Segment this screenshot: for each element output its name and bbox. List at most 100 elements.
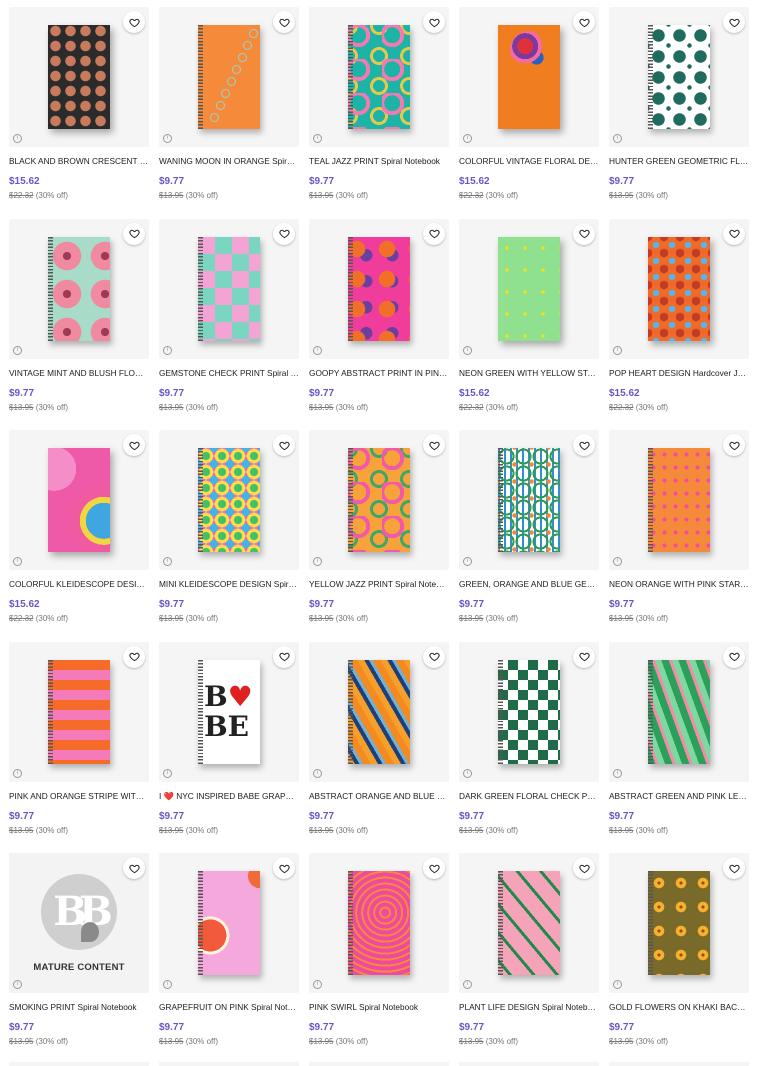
product-card[interactable]: i VINTAGE MINT AND BLUSH FLORAL Spiral N… xyxy=(9,218,149,431)
product-card[interactable]: i PINK AND ORANGE STRIPE WITH DAISIES Sp… xyxy=(9,641,149,854)
product-image[interactable]: i xyxy=(9,218,149,359)
favorite-heart-icon[interactable] xyxy=(573,645,595,668)
product-image[interactable]: i xyxy=(159,430,299,570)
favorite-heart-icon[interactable] xyxy=(423,11,445,33)
product-title[interactable]: TEAL JAZZ PRINT Spiral Notebook xyxy=(309,156,449,166)
product-card[interactable]: i PINK SWIRL Spiral Notebook $9.77 $13.9… xyxy=(309,853,449,1065)
favorite-heart-icon[interactable] xyxy=(273,645,295,668)
info-icon[interactable]: i xyxy=(313,345,322,355)
info-icon[interactable]: i xyxy=(313,768,322,778)
info-icon[interactable]: i xyxy=(613,557,622,566)
product-card[interactable]: i GREEN, ORANGE AND BLUE GEOMETRIC Spira… xyxy=(459,430,599,642)
favorite-heart-icon[interactable] xyxy=(123,857,145,879)
info-icon[interactable]: i xyxy=(463,345,472,355)
product-title[interactable]: I ❤️ NYC INSPIRED BABE GRAPHIC Spiral No… xyxy=(159,791,299,801)
product-card[interactable]: i POP HEART DESIGN Hardcover Journal $15… xyxy=(609,218,749,431)
info-icon[interactable]: i xyxy=(463,768,472,778)
favorite-heart-icon[interactable] xyxy=(123,645,145,668)
product-card[interactable]: i PLANT LIFE DESIGN Spiral Notebook $9.7… xyxy=(459,853,599,1065)
product-image[interactable]: i xyxy=(309,853,449,993)
product-image[interactable]: i xyxy=(459,853,599,993)
info-icon[interactable]: i xyxy=(613,345,622,355)
product-title[interactable]: SMOKING PRINT Spiral Notebook xyxy=(9,1002,149,1012)
favorite-heart-icon[interactable] xyxy=(723,857,745,879)
info-icon[interactable]: i xyxy=(613,768,622,778)
product-card[interactable]: i HUNTER GREEN GEOMETRIC FLORAL Spiral N… xyxy=(609,7,749,219)
product-card[interactable]: i YELLOW JAZZ PRINT Spiral Notebook $9.7… xyxy=(309,430,449,642)
product-image[interactable]: i xyxy=(459,7,599,147)
product-card[interactable]: B♥BE i I ❤️ NYC INSPIRED BABE GRAPHIC Sp… xyxy=(159,641,299,854)
info-icon[interactable]: i xyxy=(163,557,172,566)
info-icon[interactable]: i xyxy=(463,980,472,989)
favorite-heart-icon[interactable] xyxy=(423,857,445,879)
info-icon[interactable]: i xyxy=(613,980,622,989)
product-title[interactable]: MINI KLEIDESCOPE DESIGN Spiral Notebook xyxy=(159,579,299,589)
favorite-heart-icon[interactable] xyxy=(573,434,595,456)
info-icon[interactable]: i xyxy=(13,980,22,989)
favorite-heart-icon[interactable] xyxy=(273,857,295,879)
info-icon[interactable]: i xyxy=(463,557,472,566)
product-card[interactable]: i COLORFUL VINTAGE FLORAL DESIGN Hardcov… xyxy=(459,7,599,219)
product-image[interactable]: i xyxy=(309,218,449,359)
product-card[interactable]: i GOLD FLOWERS ON KHAKI BACKGROUND Spira… xyxy=(609,853,749,1065)
favorite-heart-icon[interactable] xyxy=(123,11,145,33)
product-image[interactable]: i xyxy=(459,641,599,782)
product-card[interactable]: i ABSTRACT GREEN AND PINK LEAVES Spiral … xyxy=(609,641,749,854)
product-title[interactable]: NEON GREEN WITH YELLOW STARS Hardcover J… xyxy=(459,368,599,378)
info-icon[interactable]: i xyxy=(13,557,22,566)
info-icon[interactable]: i xyxy=(13,345,22,355)
info-icon[interactable]: i xyxy=(463,134,472,143)
product-card[interactable]: i ABSTRACT ORANGE AND BLUE LINES Spiral … xyxy=(309,641,449,854)
product-image[interactable]: i xyxy=(159,853,299,993)
favorite-heart-icon[interactable] xyxy=(273,222,295,245)
product-image[interactable]: i xyxy=(459,218,599,359)
favorite-heart-icon[interactable] xyxy=(723,645,745,668)
product-title[interactable]: ABSTRACT ORANGE AND BLUE LINES Spiral No… xyxy=(309,791,449,801)
product-image[interactable]: i xyxy=(159,218,299,359)
product-title[interactable]: PINK AND ORANGE STRIPE WITH DAISIES Spir… xyxy=(9,791,149,801)
product-image[interactable]: i xyxy=(9,7,149,147)
product-title[interactable]: WANING MOON IN ORANGE Spiral Notebook xyxy=(159,156,299,166)
product-card[interactable]: i GOOPY ABSTRACT PRINT IN PINK Spiral No… xyxy=(309,218,449,431)
info-icon[interactable]: i xyxy=(163,768,172,778)
product-image[interactable]: i xyxy=(609,430,749,570)
favorite-heart-icon[interactable] xyxy=(273,434,295,456)
product-card[interactable]: i NEON GREEN WITH YELLOW STARS Hardcover… xyxy=(459,218,599,431)
info-icon[interactable]: i xyxy=(13,768,22,778)
favorite-heart-icon[interactable] xyxy=(423,434,445,456)
info-icon[interactable]: i xyxy=(163,980,172,989)
product-image[interactable]: i xyxy=(309,7,449,147)
product-image[interactable]: i xyxy=(309,430,449,570)
favorite-heart-icon[interactable] xyxy=(423,645,445,668)
product-card[interactable]: i DARK GREEN FLORAL CHECK PRINT Spiral N… xyxy=(459,641,599,854)
product-title[interactable]: POP HEART DESIGN Hardcover Journal xyxy=(609,368,749,378)
product-image[interactable]: i xyxy=(9,430,149,570)
favorite-heart-icon[interactable] xyxy=(723,222,745,245)
product-title[interactable]: GOOPY ABSTRACT PRINT IN PINK Spiral Note… xyxy=(309,368,449,378)
product-title[interactable]: PLANT LIFE DESIGN Spiral Notebook xyxy=(459,1002,599,1012)
product-title[interactable]: GRAPEFRUIT ON PINK Spiral Notebook xyxy=(159,1002,299,1012)
product-title[interactable]: COLORFUL VINTAGE FLORAL DESIGN Hardcover… xyxy=(459,156,599,166)
info-icon[interactable]: i xyxy=(313,980,322,989)
favorite-heart-icon[interactable] xyxy=(123,222,145,245)
product-image[interactable]: BB MATURE CONTENT i xyxy=(9,853,149,993)
product-image[interactable]: i xyxy=(459,430,599,570)
product-image[interactable]: i xyxy=(9,641,149,782)
product-title[interactable]: HUNTER GREEN GEOMETRIC FLORAL Spiral Not… xyxy=(609,156,749,166)
product-card[interactable]: i GRAPEFRUIT ON PINK Spiral Notebook $9.… xyxy=(159,853,299,1065)
product-title[interactable]: GREEN, ORANGE AND BLUE GEOMETRIC Spiral … xyxy=(459,579,599,589)
product-card[interactable]: i TEAL JAZZ PRINT Spiral Notebook $9.77 … xyxy=(309,7,449,219)
product-title[interactable]: COLORFUL KLEIDESCOPE DESIGN Hardcover Jo… xyxy=(9,579,149,589)
favorite-heart-icon[interactable] xyxy=(723,11,745,33)
favorite-heart-icon[interactable] xyxy=(123,434,145,456)
product-image[interactable]: i xyxy=(159,7,299,147)
product-card[interactable]: BB MATURE CONTENT i SMOKING PRINT Spiral… xyxy=(9,853,149,1065)
info-icon[interactable]: i xyxy=(313,134,322,143)
product-image[interactable]: B♥ BE i xyxy=(159,641,299,782)
product-title[interactable]: YELLOW JAZZ PRINT Spiral Notebook xyxy=(309,579,449,589)
favorite-heart-icon[interactable] xyxy=(573,11,595,33)
product-title[interactable]: BLACK AND BROWN CRESCENT MOON PRINT Spir… xyxy=(9,156,149,166)
product-title[interactable]: ABSTRACT GREEN AND PINK LEAVES Spiral No… xyxy=(609,791,749,801)
product-card[interactable]: i GEMSTONE CHECK PRINT Spiral Notebook $… xyxy=(159,218,299,431)
favorite-heart-icon[interactable] xyxy=(423,222,445,245)
